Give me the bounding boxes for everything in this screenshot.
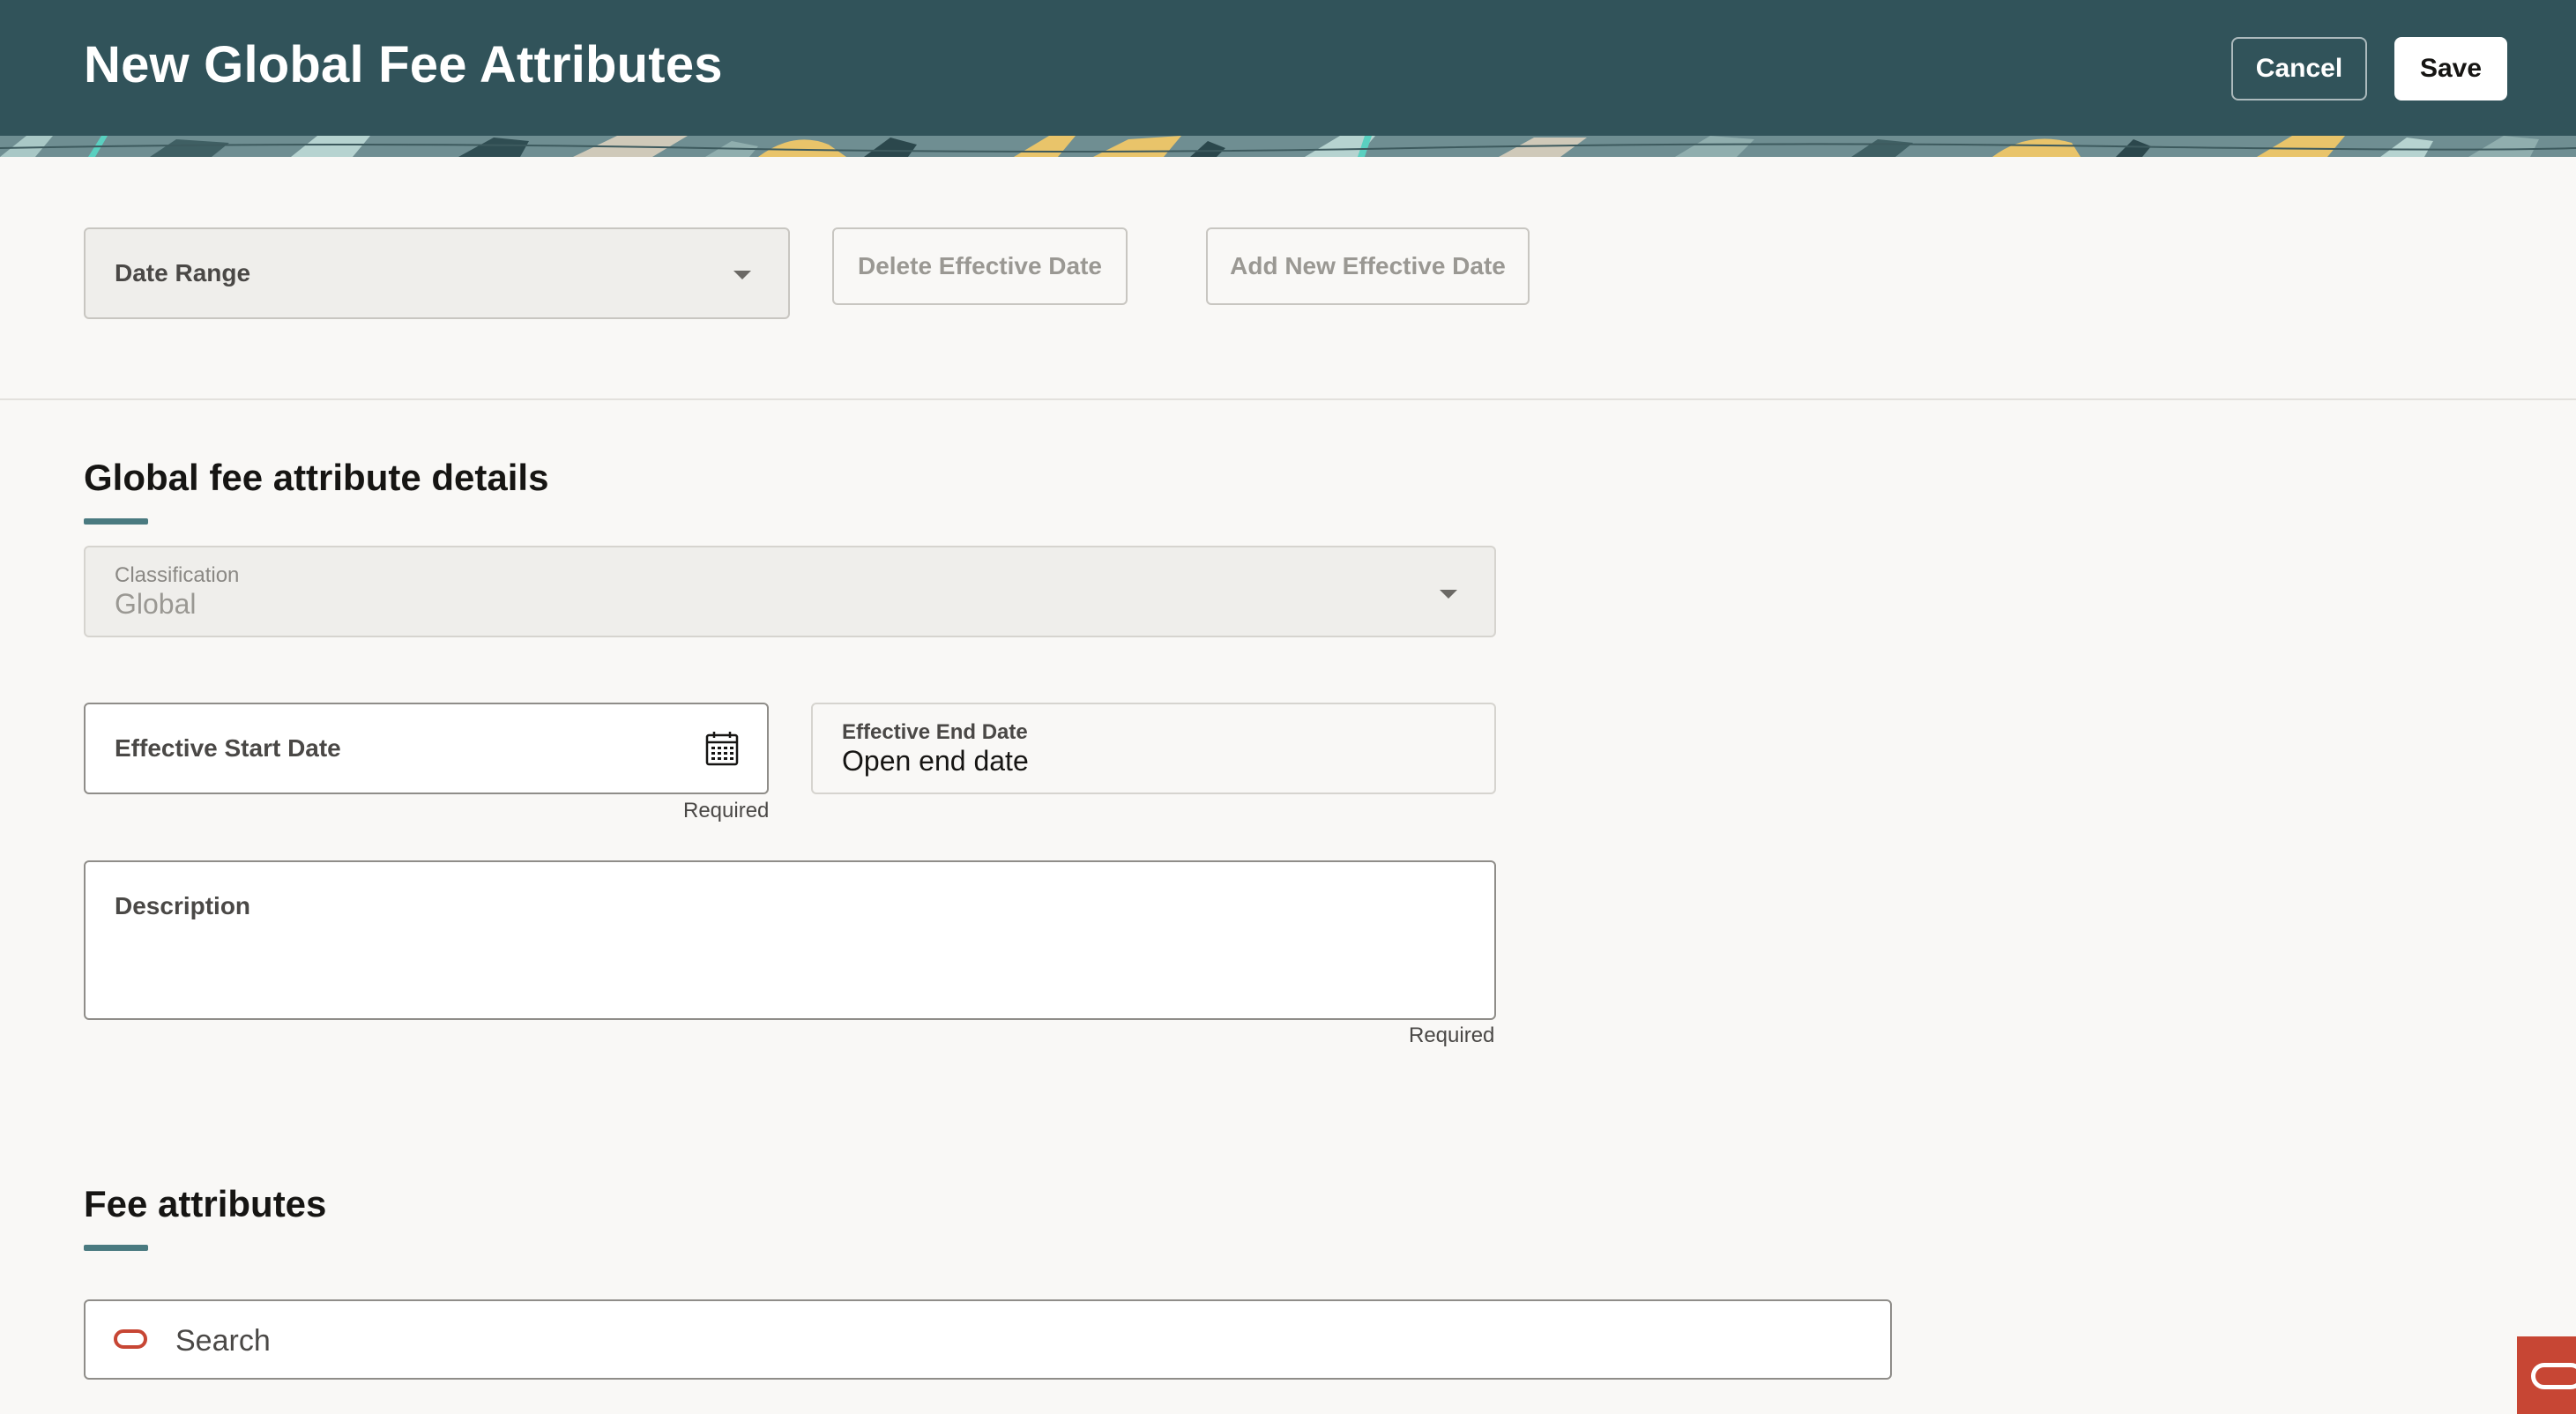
- classification-select[interactable]: Classification Global: [84, 546, 1496, 637]
- calendar-icon[interactable]: [705, 731, 739, 766]
- search-icon: [114, 1329, 147, 1349]
- effective-start-date-field[interactable]: Effective Start Date: [84, 703, 769, 794]
- date-range-select[interactable]: Date Range: [84, 227, 790, 319]
- add-new-effective-date-button[interactable]: Add New Effective Date: [1206, 227, 1530, 305]
- search-input[interactable]: Search: [84, 1299, 1892, 1380]
- chevron-down-icon: [1440, 590, 1457, 599]
- classification-label: Classification: [115, 563, 240, 587]
- section-divider: [0, 398, 2576, 400]
- effective-end-date-field: Effective End Date Open end date: [811, 703, 1496, 794]
- effective-start-date-label: Effective Start Date: [115, 734, 341, 762]
- page-title: New Global Fee Attributes: [84, 36, 723, 93]
- details-section-underline: [84, 518, 148, 525]
- chevron-down-icon: [733, 271, 751, 279]
- save-button[interactable]: Save: [2394, 37, 2507, 100]
- search-placeholder: Search: [175, 1324, 271, 1358]
- oracle-logo-icon: [2531, 1363, 2576, 1389]
- description-required: Required: [1409, 1023, 1495, 1047]
- date-range-label: Date Range: [115, 259, 251, 287]
- fee-attributes-section-underline: [84, 1245, 148, 1251]
- oracle-assistant-button[interactable]: [2517, 1336, 2576, 1414]
- effective-end-date-value: Open end date: [842, 745, 1029, 777]
- page-header: New Global Fee Attributes Cancel Save: [0, 0, 2576, 136]
- description-label: Description: [115, 892, 251, 919]
- delete-effective-date-button[interactable]: Delete Effective Date: [832, 227, 1128, 305]
- effective-end-date-label: Effective End Date: [842, 720, 1028, 744]
- effective-start-date-required: Required: [683, 799, 770, 822]
- description-textarea[interactable]: Description: [84, 860, 1496, 1020]
- decorative-banner: [0, 136, 2576, 157]
- details-section-title: Global fee attribute details: [84, 457, 549, 498]
- classification-value: Global: [115, 588, 197, 620]
- banner-pattern: [0, 136, 2576, 157]
- fee-attributes-section-title: Fee attributes: [84, 1183, 327, 1224]
- cancel-button[interactable]: Cancel: [2231, 37, 2367, 100]
